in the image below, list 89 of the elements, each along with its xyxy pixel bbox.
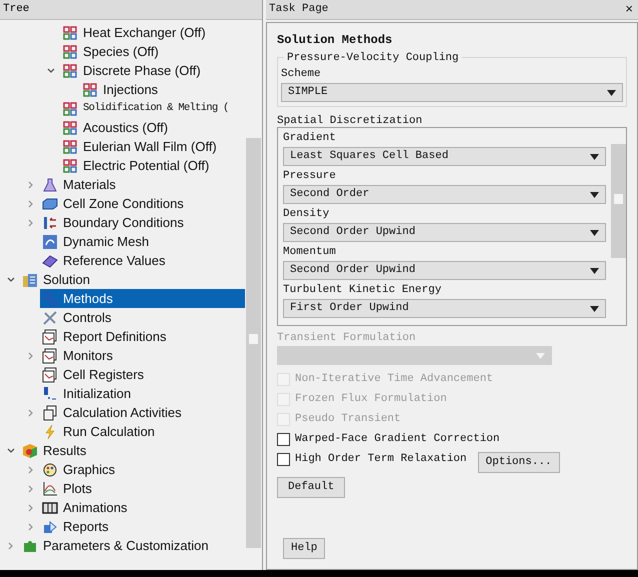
checkbox-label: Pseudo Transient <box>295 412 401 427</box>
mesh-icon <box>42 234 58 250</box>
field-label: Transient Formulation <box>277 331 417 346</box>
options-button[interactable]: Options... <box>478 452 560 472</box>
checkbox[interactable] <box>277 452 290 466</box>
dropdown[interactable]: Second Order Upwind <box>283 261 606 280</box>
field-label: Scheme <box>281 67 322 82</box>
grid-icon <box>82 82 98 98</box>
tree-item[interactable]: Materials <box>40 175 245 194</box>
checkbox-label: High Order Term Relaxation <box>295 452 467 467</box>
tree-item[interactable]: Solidification & Melting ( <box>60 99 245 118</box>
dropdown[interactable]: Second Order Upwind <box>283 223 606 242</box>
default-button[interactable]: Default <box>277 477 346 498</box>
help-button[interactable]: Help <box>283 538 326 559</box>
tree-item[interactable]: Discrete Phase (Off) <box>60 61 245 80</box>
film-icon <box>42 500 58 516</box>
tree-item[interactable]: Reference Values <box>40 251 245 270</box>
dropdown-arrow-icon <box>590 268 599 274</box>
dropdown-arrow-icon <box>590 154 599 160</box>
pages-icon <box>42 404 58 420</box>
checkbox[interactable] <box>277 432 290 446</box>
dropdown-arrow-icon <box>590 306 599 312</box>
checkbox-label: Non-Iterative Time Advancement <box>295 372 494 387</box>
tree-item[interactable]: Species (Off) <box>60 42 245 61</box>
circles-icon <box>42 290 58 306</box>
grid-icon <box>62 44 78 60</box>
panel-title: Task Page <box>269 2 328 18</box>
dropdown-arrow-icon <box>590 230 599 236</box>
chart-icon <box>42 328 58 344</box>
field-label: Spatial Discretization <box>277 114 424 127</box>
tree-item[interactable]: Eulerian Wall Film (Off) <box>60 137 245 156</box>
building-icon <box>22 272 38 288</box>
collapse-icon[interactable] <box>6 446 16 456</box>
tree-item[interactable]: Acoustics (Off) <box>60 118 245 137</box>
dropdown[interactable]: Second Order <box>283 185 606 204</box>
collapse-icon[interactable] <box>46 66 56 76</box>
grid-icon <box>62 120 78 136</box>
tree-item[interactable]: Methods <box>40 289 245 308</box>
tree-item[interactable]: Calculation Activities <box>40 403 245 422</box>
checkbox-label: Warped-Face Gradient Correction <box>295 432 500 447</box>
tree-item[interactable]: Parameters & Customization <box>20 536 245 555</box>
dropdown[interactable]: First Order Upwind <box>283 299 606 318</box>
collapse-icon[interactable] <box>6 274 16 284</box>
checkbox-label: Frozen Flux Formulation <box>295 392 447 407</box>
dropdown-arrow-icon <box>590 192 599 198</box>
tree-item[interactable]: Cell Registers <box>40 365 245 384</box>
tree-item[interactable]: Controls <box>40 308 245 327</box>
dropdown[interactable]: SIMPLE <box>281 83 623 102</box>
tree-item[interactable]: Dynamic Mesh <box>40 232 245 251</box>
tree-item[interactable]: Results <box>20 441 245 460</box>
tree-item[interactable]: Reports <box>40 517 245 536</box>
chart-icon <box>42 366 58 382</box>
cube-icon <box>22 442 38 458</box>
tree-item[interactable]: Run Calculation <box>40 422 245 441</box>
plot-icon <box>42 480 58 496</box>
grid-icon <box>62 138 78 154</box>
block-icon <box>42 196 58 212</box>
field-label: Gradient <box>283 131 337 146</box>
flask-icon <box>42 176 58 192</box>
section-heading: Solution Methods <box>277 32 394 49</box>
dropdown[interactable]: Least Squares Cell Based <box>283 147 606 166</box>
tree-item[interactable]: Solution <box>20 270 245 289</box>
chart-icon <box>42 348 58 364</box>
tree-item[interactable]: Electric Potential (Off) <box>60 156 245 175</box>
tree-item[interactable]: Graphics <box>40 460 245 479</box>
palette-icon <box>42 462 58 478</box>
tree-item[interactable]: Plots <box>40 479 245 498</box>
grid-icon <box>62 100 78 116</box>
arrows-icon <box>42 214 58 230</box>
tree-item[interactable]: Heat Exchanger (Off) <box>60 23 245 42</box>
tree-item[interactable]: Report Definitions <box>40 327 245 346</box>
tree-item[interactable]: Monitors <box>40 346 245 365</box>
tree-item[interactable]: Animations <box>40 498 245 517</box>
grid-icon <box>62 24 78 40</box>
tools-icon <box>42 310 58 326</box>
field-label: Momentum <box>283 245 337 260</box>
dropdown-arrow-icon <box>536 352 545 358</box>
tree-item[interactable]: Initialization <box>40 384 245 403</box>
field-label: Pressure <box>283 169 337 184</box>
close-button[interactable]: × <box>623 3 635 16</box>
tree-item[interactable]: Boundary Conditions <box>40 213 245 232</box>
panel-title: Tree <box>3 2 30 18</box>
field-label: Turbulent Kinetic Energy <box>283 283 442 298</box>
tree-item[interactable]: Injections <box>80 80 245 99</box>
field-label: Density <box>283 207 330 222</box>
grid-icon <box>62 158 78 174</box>
tree-item[interactable]: Cell Zone Conditions <box>40 194 245 213</box>
dropdown-arrow-icon <box>607 90 616 96</box>
grid-icon <box>62 62 78 78</box>
